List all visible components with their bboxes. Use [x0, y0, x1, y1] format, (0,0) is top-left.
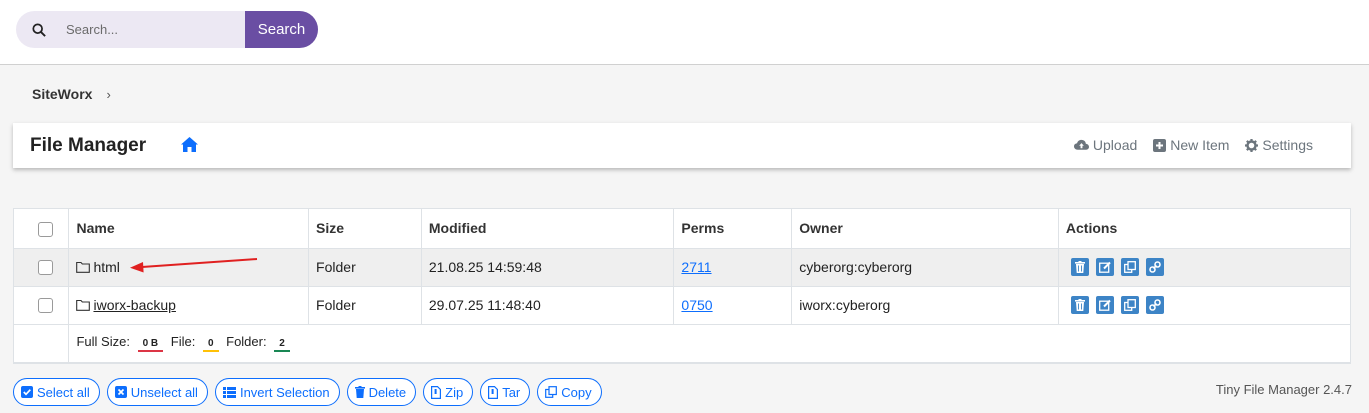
folder-name-link[interactable]: html [93, 259, 119, 275]
size-cell: Folder [308, 286, 422, 325]
folder-name-link[interactable]: iworx-backup [93, 297, 175, 313]
upload-label: Upload [1092, 137, 1138, 153]
row-actions [1066, 258, 1343, 276]
breadcrumb-siteworx[interactable]: SiteWorx [32, 86, 92, 102]
folder-count-badge: 2 [274, 337, 290, 352]
x-square-icon [114, 386, 127, 398]
column-header-perms[interactable]: Perms [673, 209, 793, 249]
delete-icon[interactable] [1070, 296, 1089, 314]
table-header-row: Name Size Modified Perms Owner Actions [14, 209, 1350, 249]
column-header-modified[interactable]: Modified [421, 209, 675, 249]
perms-link[interactable]: 2711 [681, 259, 711, 275]
perms-link[interactable]: 0750 [681, 297, 712, 313]
unselect-all-label: Unselect all [130, 384, 198, 400]
select-all-label: Select all [37, 384, 90, 400]
tar-button[interactable]: Tar [480, 378, 531, 406]
plus-square-icon [1153, 138, 1167, 152]
full-size-label: Full Size: [76, 334, 130, 349]
folder-icon [76, 299, 91, 311]
row-checkbox[interactable] [38, 298, 53, 314]
column-header-owner[interactable]: Owner [791, 209, 1059, 249]
check-square-icon [21, 386, 33, 398]
copy-icon[interactable] [1120, 296, 1139, 314]
file-count-label: File: [170, 334, 196, 349]
tar-label: Tar [502, 384, 521, 400]
table-footer-row: Full Size: 0 B File: 0 Folder: 2 [14, 324, 1350, 363]
settings-button[interactable]: Settings [1245, 137, 1313, 153]
version-text: Tiny File Manager 2.4.7 [1215, 382, 1352, 397]
delete-button[interactable]: Delete [346, 378, 417, 406]
select-all-button[interactable]: Select all [13, 378, 100, 406]
delete-icon[interactable] [1070, 258, 1089, 276]
owner-cell: iworx:cyberorg [791, 286, 1059, 325]
file-count-badge: 0 [202, 337, 219, 352]
copy-icon[interactable] [1120, 258, 1139, 276]
size-cell: Folder [308, 248, 422, 287]
copy-button[interactable]: Copy [537, 378, 602, 406]
search-button[interactable]: Search [245, 11, 318, 48]
upload-button[interactable]: Upload [1073, 137, 1138, 153]
new-item-button[interactable]: New Item [1153, 137, 1229, 153]
modified-cell: 29.07.25 11:48:40 [421, 286, 675, 325]
file-manager-header: File Manager Upload New Item Settings [13, 123, 1351, 168]
edit-icon[interactable] [1095, 258, 1114, 276]
file-table: Name Size Modified Perms Owner Actions h… [13, 208, 1351, 364]
folder-count-label: Folder: [226, 334, 267, 349]
column-header-actions: Actions [1058, 209, 1350, 249]
page-title: File Manager [30, 135, 147, 156]
zip-label: Zip [445, 384, 464, 400]
table-row[interactable]: iworx-backup Folder 29.07.25 11:48:40 07… [14, 286, 1350, 325]
top-bar: Search [0, 0, 1369, 65]
row-checkbox[interactable] [38, 260, 53, 276]
chevron-right-icon: › [106, 86, 111, 102]
column-header-name[interactable]: Name [68, 209, 310, 249]
trash-icon [354, 386, 365, 398]
copy-label: Copy [561, 384, 592, 400]
cloud-upload-icon [1073, 139, 1089, 150]
owner-cell: cyberorg:cyberorg [791, 248, 1059, 287]
unselect-all-button[interactable]: Unselect all [106, 378, 208, 406]
gear-icon [1245, 138, 1259, 152]
column-header-size[interactable]: Size [308, 209, 422, 249]
table-row[interactable]: html Folder 21.08.25 14:59:48 2711 cyber… [14, 248, 1350, 287]
settings-label: Settings [1262, 137, 1313, 153]
archive-file-icon [488, 385, 499, 399]
search-icon [16, 22, 56, 37]
home-icon[interactable] [181, 137, 198, 157]
delete-label: Delete [368, 384, 407, 400]
new-item-label: New Item [1170, 137, 1230, 153]
row-actions [1066, 296, 1343, 314]
search-box: Search [16, 11, 318, 48]
folder-icon [76, 261, 91, 273]
search-input[interactable] [56, 11, 246, 48]
link-icon[interactable] [1145, 296, 1164, 314]
invert-selection-button[interactable]: Invert Selection [214, 378, 340, 406]
header-actions: Upload New Item Settings [1073, 137, 1313, 153]
full-size-badge: 0 B [137, 337, 164, 352]
copy-icon [545, 386, 558, 398]
list-icon [222, 386, 236, 398]
edit-icon[interactable] [1095, 296, 1114, 314]
select-all-checkbox[interactable] [38, 221, 53, 237]
modified-cell: 21.08.25 14:59:48 [421, 248, 675, 287]
breadcrumb: SiteWorx › [32, 86, 111, 102]
link-icon[interactable] [1145, 258, 1164, 276]
zip-button[interactable]: Zip [423, 378, 474, 406]
bulk-actions-bar: Select all Unselect all Invert Selection… [13, 378, 602, 406]
archive-file-icon [431, 385, 442, 399]
invert-selection-label: Invert Selection [239, 384, 330, 400]
